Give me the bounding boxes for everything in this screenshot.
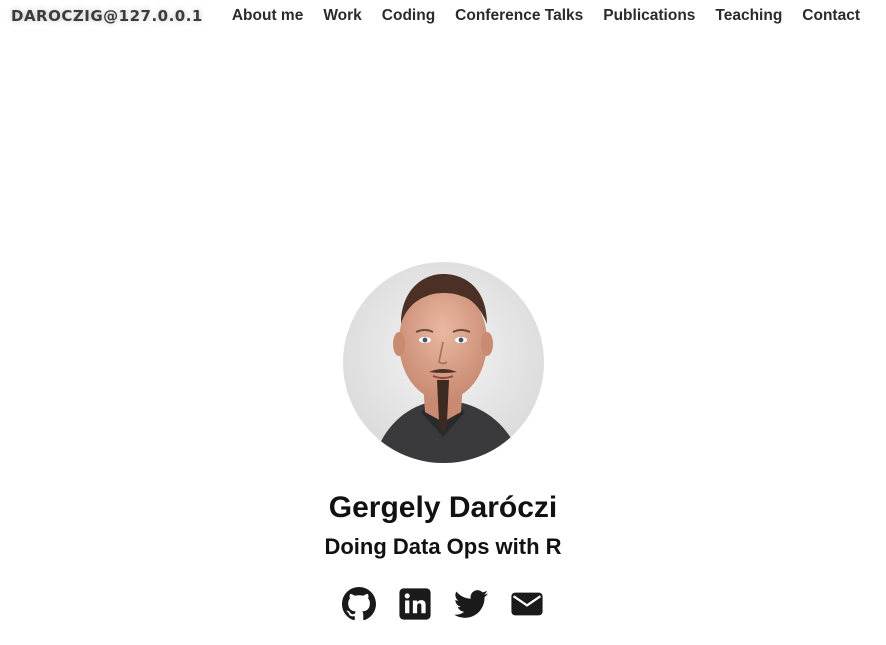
nav-link-coding[interactable]: Coding (382, 7, 435, 25)
nav-link-about-me[interactable]: About me (232, 7, 303, 25)
top-navbar: DAROCZIG@127.0.0.1 About me Work Coding … (0, 0, 886, 34)
twitter-link[interactable] (454, 587, 488, 621)
nav-link-contact[interactable]: Contact (802, 7, 860, 25)
linkedin-icon (399, 588, 431, 620)
profile-tagline: Doing Data Ops with R (324, 534, 562, 559)
avatar-portrait-illustration (342, 262, 544, 463)
github-icon (342, 587, 376, 621)
profile-hero: Gergely Daróczi Doing Data Ops with R (0, 262, 886, 621)
profile-name: Gergely Daróczi (328, 491, 558, 524)
social-links (342, 587, 544, 621)
envelope-icon (511, 592, 543, 616)
main-nav: About me Work Coding Conference Talks Pu… (232, 7, 860, 25)
twitter-icon (454, 590, 488, 618)
linkedin-link[interactable] (398, 587, 432, 621)
nav-link-work[interactable]: Work (323, 7, 361, 25)
github-link[interactable] (342, 587, 376, 621)
nav-link-publications[interactable]: Publications (603, 7, 695, 25)
email-link[interactable] (510, 587, 544, 621)
nav-link-teaching[interactable]: Teaching (715, 7, 782, 25)
site-brand-link[interactable]: DAROCZIG@127.0.0.1 (11, 7, 203, 25)
nav-link-conference-talks[interactable]: Conference Talks (455, 7, 583, 25)
profile-avatar (342, 262, 544, 463)
